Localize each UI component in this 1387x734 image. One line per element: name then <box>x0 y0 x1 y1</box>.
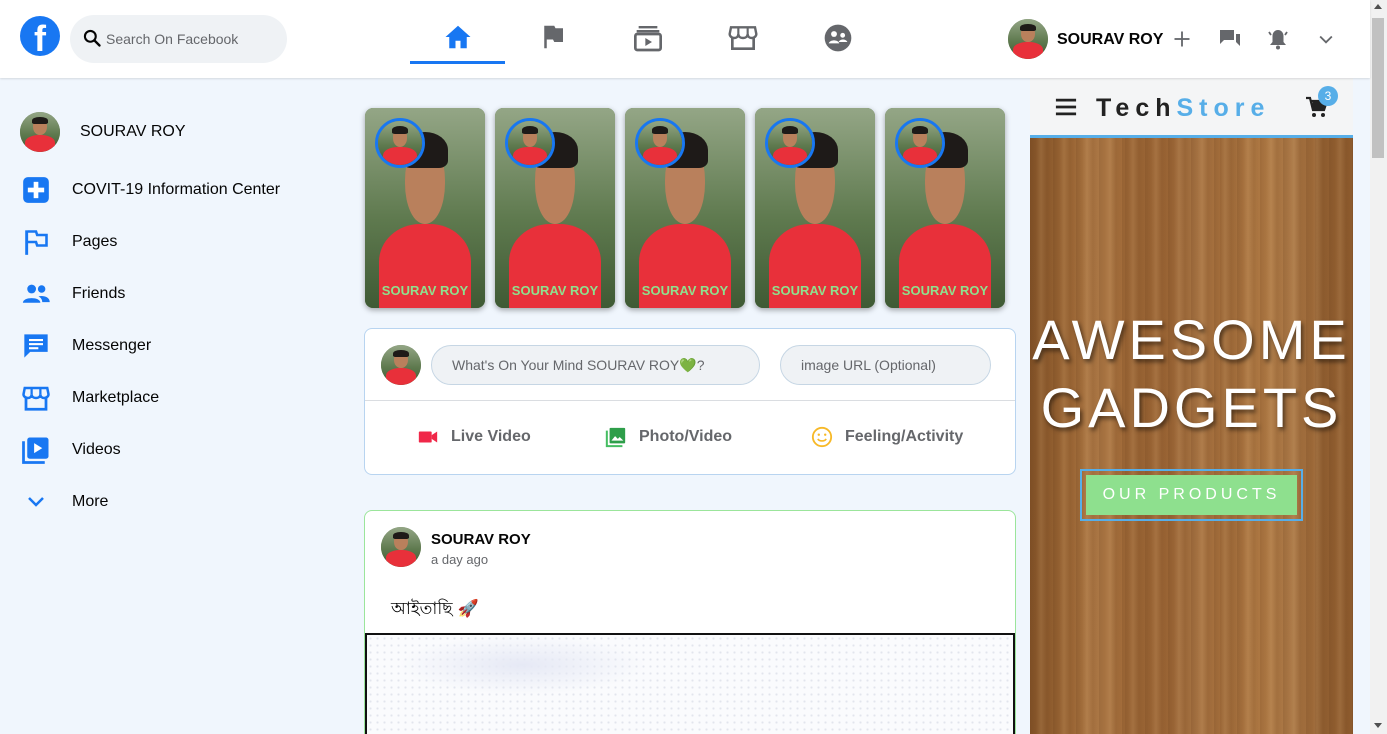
tab-pages[interactable] <box>505 14 600 64</box>
sidebar-item-label: Videos <box>72 441 121 458</box>
post-author[interactable]: SOURAV ROY <box>431 531 531 548</box>
story-avatar <box>505 118 555 168</box>
story-card[interactable]: SOURAV ROY <box>495 108 615 308</box>
feeling-activity-label: Feeling/Activity <box>845 428 964 445</box>
techstore-ad-panel: TechStore 3 AWESOME GADGETS OUR PRODUCTS <box>1030 78 1353 734</box>
story-name: SOURAV ROY <box>381 283 469 298</box>
flag-icon <box>538 22 568 57</box>
scroll-up-arrow-icon[interactable] <box>1374 4 1382 9</box>
story-avatar <box>635 118 685 168</box>
feeling-activity-button[interactable]: Feeling/Activity <box>811 426 963 448</box>
flag-icon <box>20 226 52 258</box>
photo-video-button[interactable]: Photo/Video <box>605 426 732 448</box>
story-avatar <box>375 118 425 168</box>
store-navbar: TechStore 3 <box>1030 78 1353 138</box>
photo-icon <box>605 426 627 448</box>
store-brand[interactable]: TechStore <box>1096 94 1270 123</box>
photo-video-label: Photo/Video <box>639 428 733 445</box>
store-icon <box>20 382 52 414</box>
status-input[interactable] <box>431 345 760 385</box>
groups-icon <box>822 22 854 59</box>
live-video-label: Live Video <box>451 428 531 445</box>
page-scrollbar[interactable] <box>1370 0 1387 734</box>
video-subscription-icon <box>632 22 664 59</box>
story-avatar <box>765 118 815 168</box>
scrollbar-thumb[interactable] <box>1372 18 1384 158</box>
sidebar-item-videos[interactable]: Videos <box>20 430 121 470</box>
sidebar-item-label: COVIT-19 Information Center <box>72 181 281 198</box>
video-camera-icon <box>417 426 439 448</box>
story-name: SOURAV ROY <box>771 283 859 298</box>
hamburger-menu-icon[interactable] <box>1055 96 1077 123</box>
our-products-button[interactable]: OUR PRODUCTS <box>1086 475 1297 515</box>
sidebar-item-label: More <box>72 493 109 510</box>
sidebar-item-friends[interactable]: Friends <box>20 274 125 314</box>
tab-groups[interactable] <box>790 14 885 64</box>
sidebar-item-label: Pages <box>72 233 118 250</box>
story-card[interactable]: SOURAV ROY <box>885 108 1005 308</box>
sidebar-item-label: Friends <box>72 285 126 302</box>
tab-marketplace[interactable] <box>695 14 790 64</box>
notification-bell-icon[interactable] <box>1265 26 1291 52</box>
image-url-input[interactable] <box>780 345 991 385</box>
people-icon <box>20 278 52 310</box>
sidebar-item-more[interactable]: More <box>20 482 108 522</box>
story-name: SOURAV ROY <box>511 283 599 298</box>
post-timestamp[interactable]: a day ago <box>431 552 488 567</box>
avatar <box>20 112 60 152</box>
profile-name[interactable]: SOURAV ROY <box>1057 31 1163 49</box>
store-icon <box>727 22 759 59</box>
sidebar-item-profile[interactable]: SOURAV ROY <box>20 112 186 152</box>
facebook-logo-icon[interactable]: f <box>20 16 60 56</box>
story-card[interactable]: SOURAV ROY <box>365 108 485 308</box>
sidebar-item-label: Marketplace <box>72 389 160 406</box>
sidebar-item-messenger[interactable]: Messenger <box>20 326 151 366</box>
tab-home[interactable] <box>410 14 505 64</box>
smiley-icon <box>811 426 833 448</box>
chevron-down-icon <box>20 486 52 518</box>
post-text: আইতাছি 🚀 <box>391 599 480 619</box>
sidebar-item-label: Messenger <box>72 337 152 354</box>
feed-post: SOURAV ROY a day ago আইতাছি 🚀 <box>364 510 1016 734</box>
video-library-icon <box>20 434 52 466</box>
chat-icon <box>20 330 52 362</box>
cart-count-badge: 3 <box>1318 86 1338 106</box>
sidebar-item-covid[interactable]: COVIT-19 Information Center <box>20 170 280 210</box>
home-icon <box>443 22 473 57</box>
products-button-frame: OUR PRODUCTS <box>1080 469 1303 521</box>
top-navbar: f SOURAV ROY <box>0 0 1370 78</box>
search-box[interactable] <box>70 15 287 63</box>
avatar <box>381 345 421 385</box>
post-composer: Live Video Photo/Video Feeling/Activity <box>364 328 1016 475</box>
scroll-down-arrow-icon[interactable] <box>1374 723 1382 728</box>
story-avatar <box>895 118 945 168</box>
sidebar-item-pages[interactable]: Pages <box>20 222 117 262</box>
plus-icon[interactable] <box>1169 26 1195 52</box>
messenger-icon[interactable] <box>1217 26 1243 52</box>
story-name: SOURAV ROY <box>901 283 989 298</box>
avatar[interactable] <box>381 527 421 567</box>
search-icon <box>82 28 102 53</box>
account-chevron-down-icon[interactable] <box>1313 26 1339 52</box>
divider <box>365 400 1015 401</box>
tab-watch[interactable] <box>600 14 695 64</box>
plus-square-icon <box>20 174 52 206</box>
hero-title: AWESOME GADGETS <box>1032 308 1351 439</box>
live-video-button[interactable]: Live Video <box>417 426 531 448</box>
story-card[interactable]: SOURAV ROY <box>625 108 745 308</box>
sidebar-item-marketplace[interactable]: Marketplace <box>20 378 159 418</box>
profile-avatar[interactable] <box>1008 19 1048 59</box>
post-image[interactable] <box>365 633 1015 734</box>
sidebar-item-label: SOURAV ROY <box>80 123 186 140</box>
story-card[interactable]: SOURAV ROY <box>755 108 875 308</box>
search-input[interactable] <box>106 15 276 63</box>
story-name: SOURAV ROY <box>641 283 729 298</box>
